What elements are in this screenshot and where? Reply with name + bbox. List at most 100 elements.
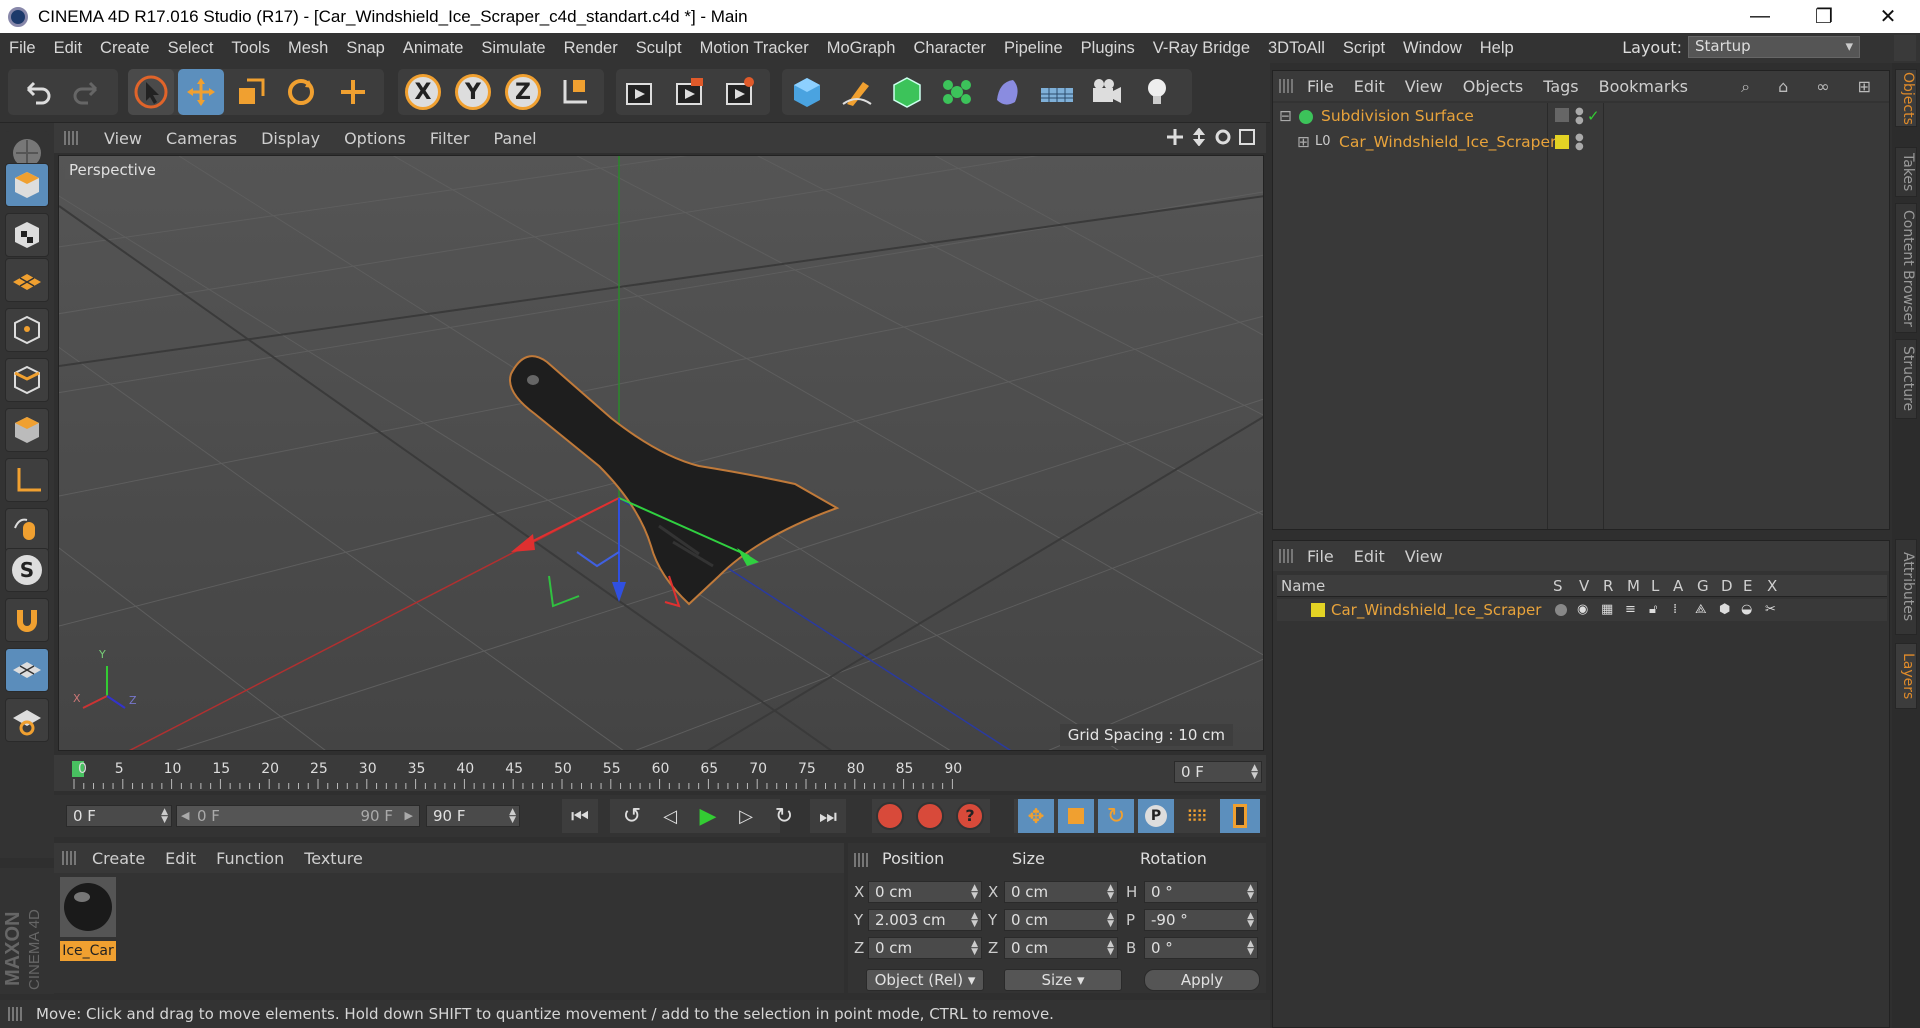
size-z-field[interactable]: 0 cm ▲ ▼ [1004,937,1118,959]
record-active-objects-icon[interactable] [876,802,904,830]
menu-pipeline[interactable]: Pipeline [995,39,1072,58]
tab-layers[interactable]: Layers [1895,643,1917,709]
menu-vray-bridge[interactable]: V-Ray Bridge [1144,39,1259,58]
points-mode-icon[interactable] [5,308,49,352]
redo-icon[interactable] [64,69,110,115]
home-icon[interactable]: ⌂ [1768,77,1798,97]
layout-dropdown[interactable]: Startup [1688,36,1860,58]
expand-icon[interactable]: ⊞ [1297,129,1310,155]
pos-z-field[interactable]: 0 cm ▲ ▼ [868,937,982,959]
rot-p-field[interactable]: -90 ° ▲ ▼ [1144,909,1258,931]
menu-sculpt[interactable]: Sculpt [627,39,691,58]
floor-environment-icon[interactable] [1034,69,1080,115]
menu-simulate[interactable]: Simulate [472,39,554,58]
menu-3dtoall[interactable]: 3DToAll [1259,39,1334,58]
material-menu-texture[interactable]: Texture [294,849,373,868]
visibility-dots-icon[interactable]: ● ● [1575,107,1584,126]
magnet-snap-icon[interactable] [5,598,49,642]
eye-icon[interactable]: ◉ [1577,599,1588,621]
om-menu-tags[interactable]: Tags [1533,77,1588,96]
menu-help[interactable]: Help [1471,39,1523,58]
maximize-button[interactable]: ❐ [1792,0,1856,33]
viewport-camera-label[interactable]: Perspective [65,161,160,179]
col-solo[interactable]: S [1553,575,1563,597]
col-animation[interactable]: A [1673,575,1683,597]
cube-object-icon[interactable] [784,69,830,115]
om-menu-view[interactable]: View [1395,77,1453,96]
panel-menu-icon[interactable] [1894,35,1916,61]
axis-mode-icon[interactable] [5,458,49,502]
z-axis-lock-button[interactable]: Z [500,69,546,115]
size-mode-dropdown[interactable]: Size ▾ [1004,969,1122,991]
workplane-snap-icon[interactable] [5,698,49,742]
layer-tag-icon[interactable] [1555,108,1569,122]
layer-menu-file[interactable]: File [1297,547,1344,566]
col-view[interactable]: V [1579,575,1589,597]
keyframe-selection-icon[interactable]: ? [956,802,984,830]
pos-y-field[interactable]: 2.003 cm ▲ ▼ [868,909,982,931]
col-generators[interactable]: G [1697,575,1709,597]
layer-menu-view[interactable]: View [1395,547,1453,566]
record-scale-icon[interactable] [1058,799,1094,833]
mograph-cloner-icon[interactable] [934,69,980,115]
live-select-icon[interactable] [330,69,376,115]
render-clapper-icon[interactable]: ▦ [1601,599,1613,621]
menu-mograph[interactable]: MoGraph [818,39,905,58]
layer-color-icon[interactable] [1555,135,1569,149]
go-to-end-icon[interactable]: ⏭ [810,799,846,833]
tab-objects[interactable]: Objects [1895,69,1917,127]
menu-edit[interactable]: Edit [45,39,91,58]
workplane-mode-icon[interactable] [5,258,49,302]
menu-render[interactable]: Render [555,39,627,58]
col-expressions[interactable]: E [1743,575,1752,597]
material-menu-create[interactable]: Create [82,849,155,868]
preview-range-slider[interactable]: ◀ 0 F 90 F ▶ [176,805,420,827]
col-locked[interactable]: L [1651,575,1659,597]
maximize-view-icon[interactable] [1238,128,1256,146]
object-row-subdivision-surface[interactable]: ⊟ Subdivision Surface ● ● ✓ [1273,103,1889,129]
x-axis-lock-button[interactable]: X [400,69,446,115]
previous-key-icon[interactable]: ↺ [614,799,650,833]
move-tool-icon[interactable] [178,69,224,115]
size-x-field[interactable]: 0 cm ▲ ▼ [1004,881,1118,903]
viewport-menu-view[interactable]: View [92,129,154,148]
menu-script[interactable]: Script [1334,39,1394,58]
viewport-menu-filter[interactable]: Filter [418,129,482,148]
preview-end-field[interactable]: 90 F ▲ ▼ [426,805,520,827]
menu-file[interactable]: File [0,39,45,58]
next-key-icon[interactable]: ↻ [766,799,802,833]
om-menu-objects[interactable]: Objects [1453,77,1533,96]
menu-animate[interactable]: Animate [394,39,473,58]
render-to-picture-viewer-icon[interactable] [666,69,712,115]
polygons-mode-icon[interactable] [5,408,49,452]
search-icon[interactable]: ⌕ [1731,77,1760,97]
layer-color-icon[interactable] [1311,603,1325,617]
workplane-lock-icon[interactable] [5,648,49,692]
camera-icon[interactable] [1084,69,1130,115]
coordinate-mode-dropdown[interactable]: Object (Rel) ▾ [866,969,984,991]
menu-character[interactable]: Character [904,39,994,58]
menu-snap[interactable]: Snap [337,39,394,58]
undo-icon[interactable] [14,69,60,115]
menu-window[interactable]: Window [1394,39,1471,58]
tab-attributes[interactable]: Attributes [1895,539,1917,635]
current-frame-field[interactable]: 0 F ▲ ▼ [1174,761,1262,783]
link-icon[interactable]: ∞ [1806,77,1839,97]
y-axis-lock-button[interactable]: Y [450,69,496,115]
manager-icon[interactable]: ≡ [1625,599,1636,621]
scale-tool-icon[interactable] [228,69,274,115]
zoom-view-icon[interactable] [1190,128,1208,146]
render-settings-icon[interactable] [716,69,762,115]
rot-h-field[interactable]: 0 ° ▲ ▼ [1144,881,1258,903]
rot-b-field[interactable]: 0 ° ▲ ▼ [1144,937,1258,959]
col-xrefs[interactable]: X [1767,575,1777,597]
collapse-icon[interactable]: ⊟ [1279,103,1292,129]
new-window-icon[interactable]: ⊞ [1848,77,1881,97]
visibility-dots-icon[interactable]: ● ● [1575,133,1584,152]
tab-takes[interactable]: Takes [1895,147,1917,197]
light-icon[interactable] [1134,69,1180,115]
tweak-mode-icon[interactable] [5,508,49,552]
col-deformers[interactable]: D [1721,575,1733,597]
autokeying-icon[interactable] [916,802,944,830]
record-pla-icon[interactable]: ⠿⠿ [1178,799,1214,833]
